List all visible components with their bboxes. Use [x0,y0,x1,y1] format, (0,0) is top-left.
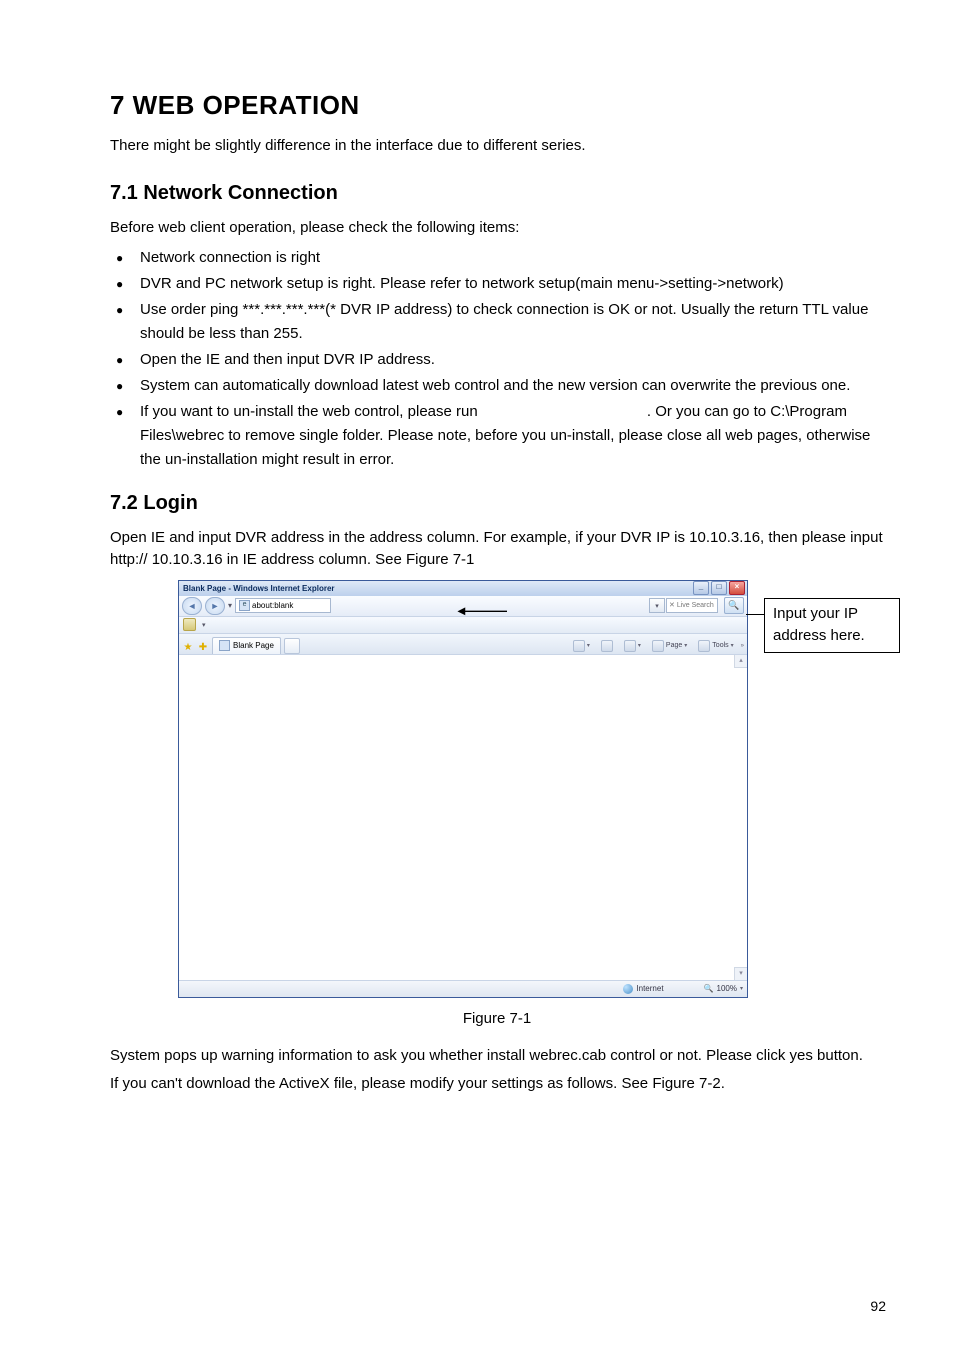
search-placeholder: Live Search [677,602,714,609]
search-go-button[interactable]: 🔍 [724,597,744,614]
tools-icon [698,640,710,652]
list-item: Network connection is right [140,246,884,270]
callout-connector [746,614,764,615]
print-icon [624,640,636,652]
callout-line1: Input your IP [773,603,891,626]
figure-caption: Figure 7-1 [110,1010,884,1027]
ie-address-row: ◄ ► ▾ e about:blank ◂——— ▾ ✕ Live Search… [179,596,747,617]
para1-text: Open IE and input DVR address in the add… [110,529,883,569]
new-tab-button[interactable] [284,638,300,654]
ie-titlebar: Blank Page - Windows Internet Explorer _… [179,581,747,596]
ie-command-bar: ▾ ▾ Page▾ Tools▾ » [569,638,744,654]
after-p2-text: If you can't download the ActiveX file, … [110,1075,652,1092]
close-button[interactable]: × [729,581,745,595]
zoom-control[interactable]: 🔍 100% ▾ [704,984,743,993]
after-para1: System pops up warning information to as… [110,1045,884,1068]
tab-label: Blank Page [233,641,274,650]
chevron-more-icon[interactable]: » [741,643,744,649]
after-para2: If you can't download the ActiveX file, … [110,1073,884,1096]
zone-label: Internet [636,984,663,993]
page-menu[interactable]: Page▾ [648,638,691,654]
ie-page-icon: e [239,600,250,611]
maximize-button[interactable]: □ [711,581,727,595]
section-7-1-list: Network connection is right DVR and PC n… [110,246,884,472]
security-zone[interactable]: Internet [623,984,663,994]
scroll-down-button[interactable]: ▾ [734,967,747,980]
address-text: about:blank [252,599,293,612]
chapter-intro: There might be slightly difference in th… [110,135,884,156]
bullet6-part-a: If you want to un-install the web contro… [140,403,482,420]
section-7-2-heading: 7.2 Login [110,492,884,515]
add-favorites-icon[interactable]: ✚ [197,642,209,654]
ie-tabstrip: ★ ✚ Blank Page ▾ ▾ Page▾ Tools▾ » [179,634,747,655]
chapter-title: 7 WEB OPERATION [110,90,884,121]
figure-ref-7-2: Figure 7-2 [652,1075,720,1092]
tools-menu[interactable]: Tools▾ [694,638,737,654]
tab-page-icon [219,640,230,651]
list-item: Use order ping ***.***.***.***(* DVR IP … [140,298,884,346]
page-number: 92 [870,1298,886,1314]
section-7-1-lead: Before web client operation, please chec… [110,217,884,240]
page-icon [652,640,664,652]
ie-status-bar: Internet 🔍 100% ▾ [179,980,747,997]
feeds-button[interactable] [597,638,617,654]
list-item: Open the IE and then input DVR IP addres… [140,348,884,372]
callout-line2: address here. [773,625,891,648]
tools-menu-label: Tools [712,642,728,649]
callout-box: Input your IP address here. [764,598,900,653]
section-7-2-para1: Open IE and input DVR address in the add… [110,527,884,572]
favorites-star-icon[interactable]: ★ [182,642,194,654]
search-box[interactable]: ✕ Live Search [666,598,718,613]
after-p2-period: . [721,1075,725,1092]
window-title: Blank Page - Windows Internet Explorer [183,584,335,593]
links-folder-icon[interactable] [183,618,196,631]
address-bar[interactable]: e about:blank [235,598,331,613]
scroll-up-button[interactable]: ▴ [734,655,747,668]
section-7-1-heading: 7.1 Network Connection [110,182,884,205]
figure-ref-7-1: Figure 7-1 [406,551,474,568]
ie-window: Blank Page - Windows Internet Explorer _… [178,580,748,998]
print-button[interactable]: ▾ [620,638,645,654]
browser-tab[interactable]: Blank Page [212,637,281,654]
home-button[interactable]: ▾ [569,638,594,654]
list-item: DVR and PC network setup is right. Pleas… [140,272,884,296]
list-item: If you want to un-install the web contro… [140,400,884,472]
figure-7-1: Blank Page - Windows Internet Explorer _… [178,580,884,998]
feeds-icon [601,640,613,652]
page-menu-label: Page [666,642,682,649]
forward-button[interactable]: ► [205,597,225,615]
internet-zone-icon [623,984,633,994]
callout-arrow-icon: ◂——— [458,602,507,619]
list-item: System can automatically download latest… [140,374,884,398]
ie-content-area: ▴ ▾ [179,655,747,980]
home-icon [573,640,585,652]
zoom-value: 100% [717,984,737,993]
back-button[interactable]: ◄ [182,597,202,615]
address-dropdown[interactable]: ▾ [649,598,665,613]
ie-menubar: ▾ [179,617,747,634]
minimize-button[interactable]: _ [693,581,709,595]
